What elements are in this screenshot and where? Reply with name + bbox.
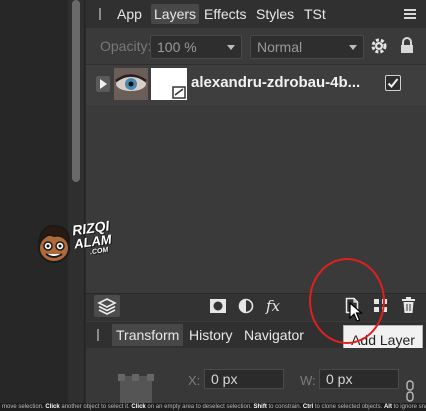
layers-list-empty-area[interactable] [86,105,426,293]
status-text: move selection. [2,404,46,410]
panel-menu-icon[interactable] [404,9,416,19]
opacity-value: 100 % [157,39,197,55]
svg-text:fx: fx [265,297,281,315]
status-bar: move selection. Click another object to … [0,403,426,411]
panel-grip[interactable] [97,329,99,341]
status-text: to constrain. [266,404,303,410]
status-key: Click [45,404,60,410]
tab-text-styles[interactable]: TSt [301,4,329,24]
opacity-select[interactable]: 100 % [150,35,242,59]
w-input[interactable]: 0 px [319,369,399,389]
layer-thumbnail [114,68,148,100]
checkmark-icon [387,78,399,88]
status-key: Ctrl [302,404,314,410]
mask-layer-icon[interactable] [209,298,227,314]
opacity-label: Opacity: [100,38,152,54]
layer-mask-thumbnail [151,68,187,100]
chevron-down-icon [349,45,357,50]
status-text: on an empty area to deselect selection. [145,404,254,410]
tab-navigator[interactable]: Navigator [240,324,308,346]
status-key: Shift [253,404,267,410]
tab-app[interactable]: App [114,4,145,24]
status-text: another object to select it. [59,404,132,410]
blend-mode-value: Normal [257,39,303,55]
fx-icon[interactable]: fx [265,297,287,315]
blend-mode-select[interactable]: Normal [250,35,364,59]
annotation-circle [309,258,385,344]
x-input[interactable]: 0 px [204,369,284,389]
lock-icon[interactable] [400,37,414,54]
expand-arrow-icon[interactable] [96,76,110,92]
tab-history[interactable]: History [185,324,237,346]
tab-styles[interactable]: Styles [253,4,297,24]
chevron-down-icon [227,45,235,50]
tab-transform[interactable]: Transform [112,324,184,346]
tab-effects[interactable]: Effects [201,4,250,24]
status-key: Alt [383,404,392,410]
trash-icon[interactable] [401,297,416,314]
status-text: to ignore snap [393,404,426,410]
layer-name[interactable]: alexandru-zdrobau-4b... [191,74,360,91]
anchor-selector-icon[interactable] [116,372,156,403]
w-label: W: [300,373,316,388]
adjustment-icon[interactable] [238,298,254,314]
scrollbar-thumb[interactable] [72,0,80,182]
canvas-area [0,0,68,403]
layers-stack-button[interactable] [94,295,120,317]
status-text: to clone selected objects. [313,404,384,410]
layer-visibility-checkbox[interactable] [385,75,401,91]
tab-layers[interactable]: Layers [151,4,200,24]
status-key: Click [131,404,146,410]
panel-grip[interactable] [99,8,101,20]
x-label: X: [188,373,201,388]
gear-icon[interactable] [370,37,388,55]
layers-stack-icon [97,298,117,315]
watermark-text-3: .COM [89,246,109,257]
link-icon[interactable] [406,380,414,402]
watermark-logo: RIZQI ALAM .COM [34,217,134,268]
